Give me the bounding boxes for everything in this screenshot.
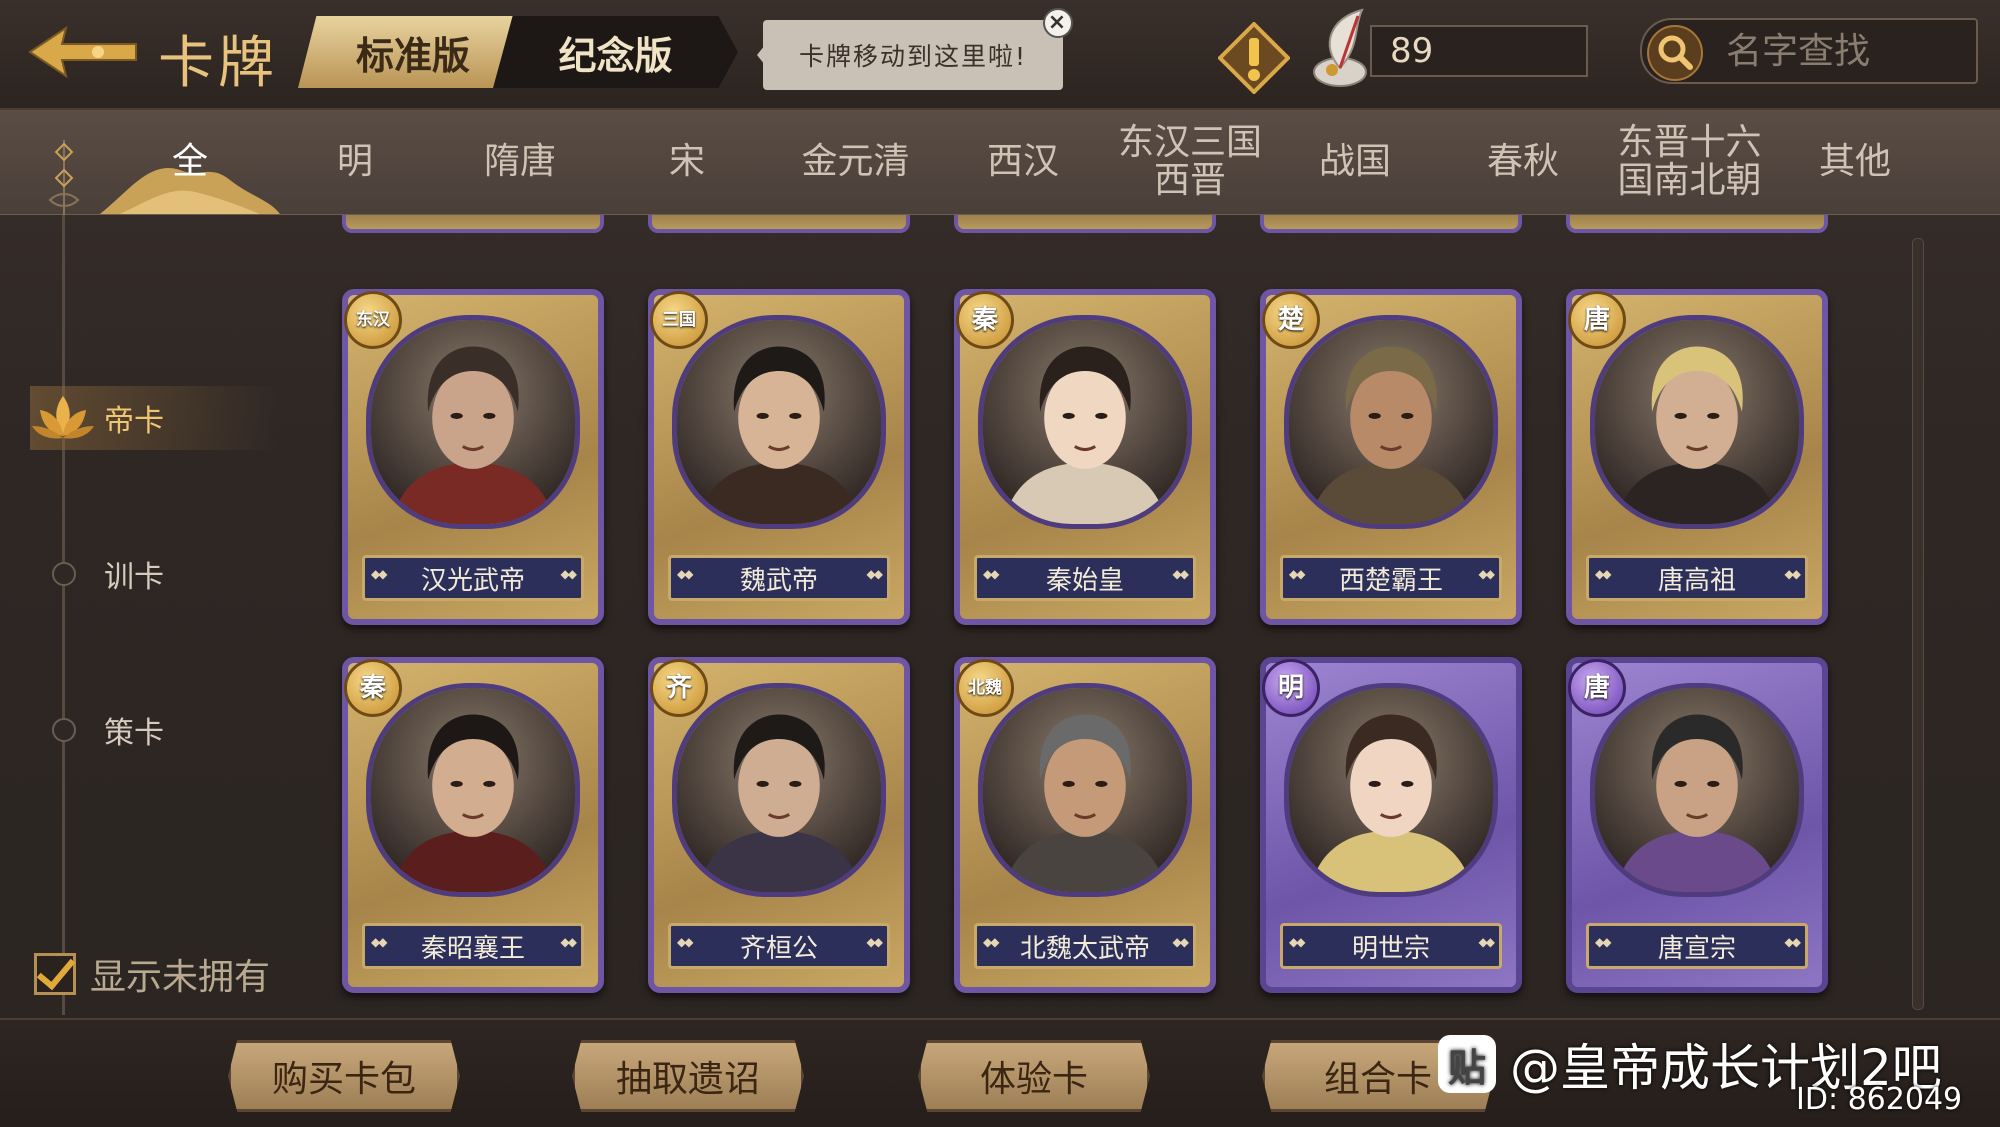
draw-edict-button[interactable]: 抽取遗诏 [572,1040,804,1112]
era-badge-icon: 齐 [650,659,708,717]
card-grid-scrollbar[interactable] [1912,238,1924,1010]
era-badge-icon: 唐 [1568,659,1626,717]
card-name: 齐桓公 [668,923,890,969]
era-badge-icon: 秦 [956,291,1014,349]
card-name: 北魏太武帝 [974,923,1196,969]
era-badge-icon: 楚 [1262,291,1320,349]
era-tab-suitang[interactable]: 隋唐 [455,110,585,214]
emperor-card[interactable]: 三国魏武帝 [648,289,910,625]
era-tab-other[interactable]: 其他 [1790,110,1920,214]
card-name: 唐高祖 [1586,555,1808,601]
diamond-ornament-icon [48,140,80,220]
version-tabs: 标准版 纪念版 [298,16,738,88]
back-arrow-icon[interactable] [28,22,138,82]
top-bar: 卡牌 标准版 纪念版 卡牌移动到这里啦! × 89 [0,0,2000,110]
sidebar-item-emperor-card[interactable]: 帝卡 [30,386,280,450]
era-tab-chunqiu[interactable]: 春秋 [1458,110,1588,214]
search-box [1640,18,1978,84]
timeline-node-icon [52,718,76,742]
sidebar-item-label: 帝卡 [104,404,164,439]
emperor-card[interactable]: 东汉汉光武帝 [342,289,604,625]
era-tab-dongjin-nanbeichao[interactable]: 东晋十六 国南北朝 [1612,110,1767,214]
era-badge-icon: 东汉 [344,291,402,349]
emperor-card[interactable]: 唐唐宣宗 [1566,657,1828,993]
card-stub [1260,215,1522,233]
page-title: 卡牌 [158,31,278,96]
emperor-card[interactable]: 唐唐高祖 [1566,289,1828,625]
era-tab-xihan[interactable]: 西汉 [958,110,1088,214]
era-filter-bar: 全 明 隋唐 宋 金元清 西汉 东汉三国 西晋 战国 春秋 东晋十六 国南北朝 … [0,110,2000,215]
emperor-card[interactable]: 秦秦始皇 [954,289,1216,625]
era-badge-icon: 秦 [344,659,402,717]
card-portrait [366,315,580,529]
card-portrait [1284,683,1498,897]
era-badge-icon: 明 [1262,659,1320,717]
emperor-card[interactable]: 明明世宗 [1260,657,1522,993]
currency-value: 89 [1390,31,1434,71]
emperor-card[interactable]: 楚西楚霸王 [1260,289,1522,625]
card-portrait [1590,683,1804,897]
card-name: 汉光武帝 [362,555,584,601]
search-input[interactable] [1724,26,1958,76]
tieba-logo-icon: 贴 [1438,1035,1496,1093]
era-badge-icon: 三国 [650,291,708,349]
trial-card-button[interactable]: 体验卡 [918,1040,1150,1112]
search-icon[interactable] [1646,24,1704,82]
card-name: 唐宣宗 [1586,923,1808,969]
card-portrait [978,683,1192,897]
warning-icon[interactable] [1218,22,1290,94]
era-tab-ming[interactable]: 明 [290,110,420,214]
card-name: 魏武帝 [668,555,890,601]
emperor-card[interactable]: 齐齐桓公 [648,657,910,993]
card-stub [648,215,910,233]
sidebar-item-training-card[interactable]: 训卡 [30,542,280,606]
era-badge-icon: 北魏 [956,659,1014,717]
card-grid: 东汉汉光武帝三国魏武帝秦秦始皇楚西楚霸王唐唐高祖秦秦昭襄王齐齐桓公北魏北魏太武帝… [320,215,1940,1015]
hint-tooltip-text: 卡牌移动到这里啦! [798,42,1028,71]
card-stub [954,215,1216,233]
currency-counter: 89 [1370,25,1588,77]
emperor-card[interactable]: 秦秦昭襄王 [342,657,604,993]
tab-commemorative[interactable]: 纪念版 [493,16,738,88]
sidebar-item-label: 训卡 [104,560,164,595]
sidebar-item-strategy-card[interactable]: 策卡 [30,698,280,762]
emperor-card[interactable]: 北魏北魏太武帝 [954,657,1216,993]
show-unowned-checkbox[interactable] [34,953,76,995]
show-unowned-label: 显示未拥有 [90,957,271,998]
sidebar-timeline [62,215,65,1015]
watermark-id: ID: 862049 [1796,1082,1963,1117]
buy-card-pack-button[interactable]: 购买卡包 [228,1040,460,1112]
card-name: 西楚霸王 [1280,555,1502,601]
era-badge-icon: 唐 [1568,291,1626,349]
card-name: 秦昭襄王 [362,923,584,969]
lotus-icon [32,396,94,439]
card-name: 秦始皇 [974,555,1196,601]
hint-tooltip: 卡牌移动到这里啦! × [757,8,1073,90]
show-unowned-toggle[interactable]: 显示未拥有 [34,948,270,1000]
sidebar-item-label: 策卡 [104,716,164,751]
card-portrait [978,315,1192,529]
tab-standard[interactable]: 标准版 [298,16,528,88]
era-tab-all[interactable]: 全 [120,110,260,214]
card-stub [342,215,604,233]
card-portrait [672,315,886,529]
close-icon[interactable]: × [1043,8,1073,38]
era-tab-donghan-sanguo-xijin[interactable]: 东汉三国 西晋 [1115,110,1265,214]
timeline-node-icon [52,562,76,586]
card-portrait [366,683,580,897]
card-portrait [1284,315,1498,529]
card-name: 明世宗 [1280,923,1502,969]
card-portrait [672,683,886,897]
era-tab-zhanguo[interactable]: 战国 [1290,110,1420,214]
card-stub [1566,215,1828,233]
era-tab-jinyuanqing[interactable]: 金元清 [788,110,923,214]
era-tab-song[interactable]: 宋 [622,110,752,214]
card-portrait [1590,315,1804,529]
